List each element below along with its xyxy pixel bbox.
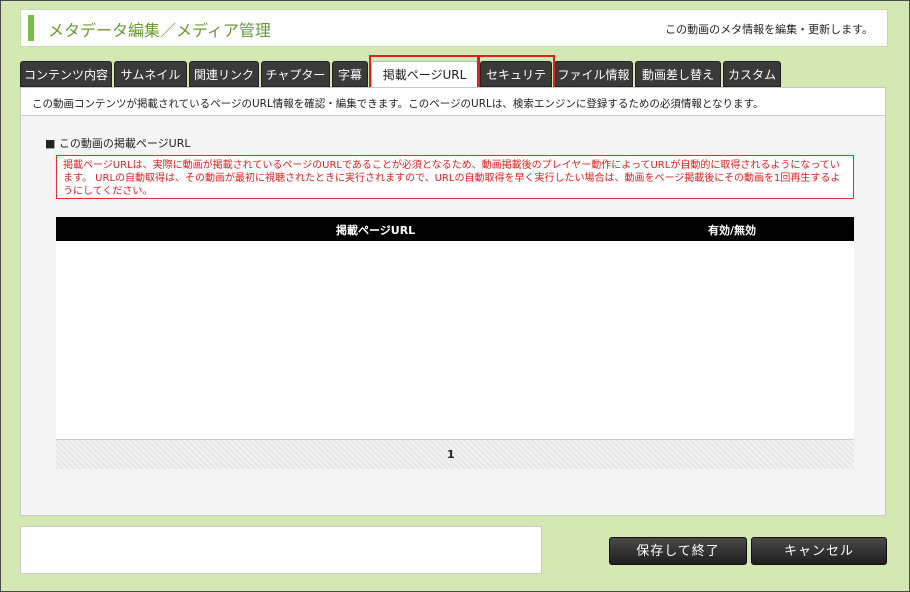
- table-body: [56, 241, 854, 439]
- page-title: メタデータ編集／メディア管理: [48, 21, 271, 40]
- header-accent-bar: [28, 15, 34, 41]
- page-header: メタデータ編集／メディア管理 この動画のメタ情報を編集・更新します。: [20, 9, 888, 47]
- pagination: 1: [56, 439, 854, 469]
- tab-custom[interactable]: カスタム: [723, 61, 781, 87]
- page-number-1[interactable]: 1: [447, 448, 455, 461]
- tab-chapter[interactable]: チャプター: [261, 61, 330, 87]
- cancel-button[interactable]: キャンセル: [751, 537, 887, 565]
- tab-security[interactable]: セキュリティ: [480, 61, 552, 108]
- column-header-status: 有効/無効: [708, 224, 757, 237]
- page-description: この動画のメタ情報を編集・更新します。: [665, 23, 873, 36]
- column-header-url: 掲載ページURL: [336, 224, 416, 237]
- intro-bar: この動画コンテンツが掲載されているページのURL情報を確認・編集できます。このペ…: [21, 88, 885, 116]
- tab-subtitles[interactable]: 字幕: [332, 61, 368, 87]
- tab-related-links[interactable]: 関連リンク: [189, 61, 259, 87]
- tab-page-url[interactable]: 掲載ページURL: [371, 61, 478, 87]
- message-box: [20, 526, 542, 574]
- table-header: 掲載ページURL 有効/無効: [56, 217, 854, 241]
- tab-panel: この動画コンテンツが掲載されているページのURL情報を確認・編集できます。このペ…: [20, 87, 886, 516]
- tab-thumbnail[interactable]: サムネイル: [114, 61, 187, 87]
- tab-replace-video[interactable]: 動画差し替え: [635, 61, 721, 87]
- intro-text: この動画コンテンツが掲載されているページのURL情報を確認・編集できます。このペ…: [32, 98, 764, 110]
- section-title: ■ この動画の掲載ページURL: [45, 137, 191, 150]
- tab-file-info[interactable]: ファイル情報: [554, 61, 633, 87]
- tab-content[interactable]: コンテンツ内容: [20, 61, 112, 87]
- url-table: 掲載ページURL 有効/無効 1: [56, 217, 854, 469]
- save-and-close-button[interactable]: 保存して終了: [609, 537, 747, 565]
- warning-box: 掲載ページURLは、実際に動画が掲載されているページのURLであることが必須とな…: [56, 155, 854, 199]
